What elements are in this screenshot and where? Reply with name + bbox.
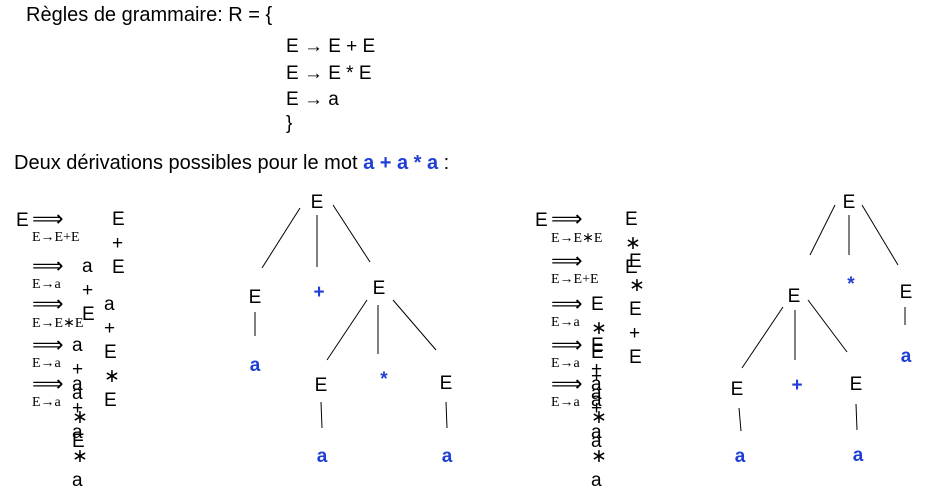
tree-edge xyxy=(320,401,323,429)
tree-edge xyxy=(392,299,437,351)
tree-edge xyxy=(807,299,848,353)
tree-leaf: a xyxy=(316,446,328,467)
tree-leaf: a xyxy=(441,446,453,467)
tree-node: E xyxy=(849,374,863,395)
tree-leaf: a xyxy=(852,445,864,466)
tree-node-operator: * xyxy=(847,274,855,295)
tree-edge xyxy=(738,407,742,432)
tree-node-operator: + xyxy=(313,282,325,303)
tree-leaf: a xyxy=(900,346,912,367)
tree-node: E xyxy=(899,282,913,303)
tree-edge xyxy=(261,207,301,269)
tree-node: E xyxy=(730,379,744,400)
tree-edge xyxy=(809,204,836,256)
tree-node: E xyxy=(842,192,856,213)
tree-node-operator: * xyxy=(380,369,388,390)
tree-node-operator: + xyxy=(791,375,803,396)
tree-edge xyxy=(741,306,784,369)
tree-edge xyxy=(445,401,448,429)
tree-node: E xyxy=(787,286,801,307)
tree-edges xyxy=(254,204,906,432)
tree-node: E xyxy=(372,278,386,299)
tree-left-edges xyxy=(254,204,448,429)
tree-edge xyxy=(855,403,858,431)
tree-node: E xyxy=(314,375,328,396)
tree-right-edges xyxy=(738,204,906,432)
tree-node: E xyxy=(439,373,453,394)
tree-node: E xyxy=(310,192,324,213)
tree-leaf: a xyxy=(734,446,746,467)
tree-edge xyxy=(326,299,368,361)
tree-leaf: a xyxy=(249,355,261,376)
tree-node: E xyxy=(248,287,262,308)
tree-edge xyxy=(332,204,371,263)
tree-edge xyxy=(861,204,899,266)
